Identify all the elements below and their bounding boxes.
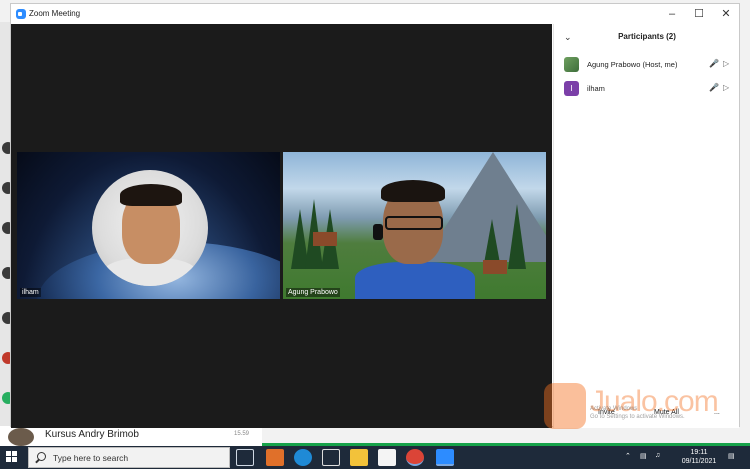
time: 19:11 xyxy=(690,449,708,456)
zoom-window: Zoom Meeting – ☐ ✕ ilham Agung Prabowo P… xyxy=(10,3,740,428)
title-bar[interactable]: Zoom Meeting – ☐ ✕ xyxy=(11,4,739,24)
zoom-app-icon xyxy=(16,9,26,19)
video-camera-icon[interactable]: ▷ xyxy=(723,83,729,92)
minimize-icon: – xyxy=(668,8,676,20)
taskbar: Type here to search ⌃ ▤ ♫ 19:11 09/11/20… xyxy=(0,446,750,469)
participant-row[interactable]: Agung Prabowo (Host, me) 🎤 ▷ xyxy=(554,54,740,76)
video-tile-name: ilham xyxy=(20,288,41,297)
app-icon[interactable] xyxy=(322,449,340,466)
date: 09/11/2021 xyxy=(681,458,717,465)
search-icon xyxy=(37,452,46,461)
window-title: Zoom Meeting xyxy=(29,9,81,18)
close-button[interactable]: ✕ xyxy=(713,6,739,22)
avatar xyxy=(564,57,579,72)
minimize-button[interactable]: – xyxy=(659,6,685,22)
tray-chevron-icon[interactable]: ⌃ xyxy=(625,452,631,460)
file-explorer-icon[interactable] xyxy=(350,449,368,466)
chrome-icon[interactable] xyxy=(406,449,424,466)
participants-panel: Participants (2) ⌄ Agung Prabowo (Host, … xyxy=(553,24,739,428)
participant-video xyxy=(355,174,475,299)
store-icon[interactable] xyxy=(378,449,396,466)
house-image xyxy=(483,260,507,274)
microphone-icon[interactable]: 🎤 xyxy=(709,83,719,92)
headset-image xyxy=(373,224,383,240)
maximize-icon: ☐ xyxy=(694,8,704,20)
participant-video xyxy=(92,170,208,286)
clock[interactable]: 19:11 09/11/2021 xyxy=(677,448,721,466)
network-icon[interactable]: ▤ xyxy=(640,452,647,460)
search-placeholder: Type here to search xyxy=(53,453,129,463)
house-image xyxy=(313,232,337,246)
video-gallery: ilham Agung Prabowo xyxy=(11,24,552,428)
close-icon: ✕ xyxy=(721,8,731,20)
notifications-icon[interactable]: ▤ xyxy=(728,452,735,460)
taskbar-search[interactable]: Type here to search xyxy=(28,447,230,468)
participant-row[interactable]: I ilham 🎤 ▷ xyxy=(554,78,740,100)
chat-name: Kursus Andry Brimob xyxy=(45,429,139,440)
zoom-taskbar-icon[interactable] xyxy=(436,449,454,466)
participants-title: Participants (2) xyxy=(618,32,676,41)
chat-time: 15.59 xyxy=(234,431,250,437)
avatar: I xyxy=(564,81,579,96)
microphone-icon[interactable]: 🎤 xyxy=(709,59,719,68)
participant-name: Agung Prabowo (Host, me) xyxy=(587,60,678,69)
task-view-icon[interactable] xyxy=(236,449,254,466)
jualo-logo-icon xyxy=(544,383,586,429)
video-tile-name: Agung Prabowo xyxy=(286,288,340,297)
chat-avatar xyxy=(8,428,34,446)
chevron-down-icon[interactable]: ⌄ xyxy=(564,32,572,43)
maximize-button[interactable]: ☐ xyxy=(686,6,712,22)
edge-icon[interactable] xyxy=(294,449,312,466)
video-tile[interactable]: Agung Prabowo xyxy=(283,152,546,299)
video-camera-icon[interactable]: ▷ xyxy=(723,59,729,68)
start-button[interactable] xyxy=(6,451,18,463)
activate-windows-notice: Activate Windows Go to Settings to activ… xyxy=(590,406,685,420)
volume-icon[interactable]: ♫ xyxy=(655,452,660,459)
participant-name: ilham xyxy=(587,84,605,93)
app-icon[interactable] xyxy=(266,449,284,466)
video-tile[interactable]: ilham xyxy=(17,152,280,299)
